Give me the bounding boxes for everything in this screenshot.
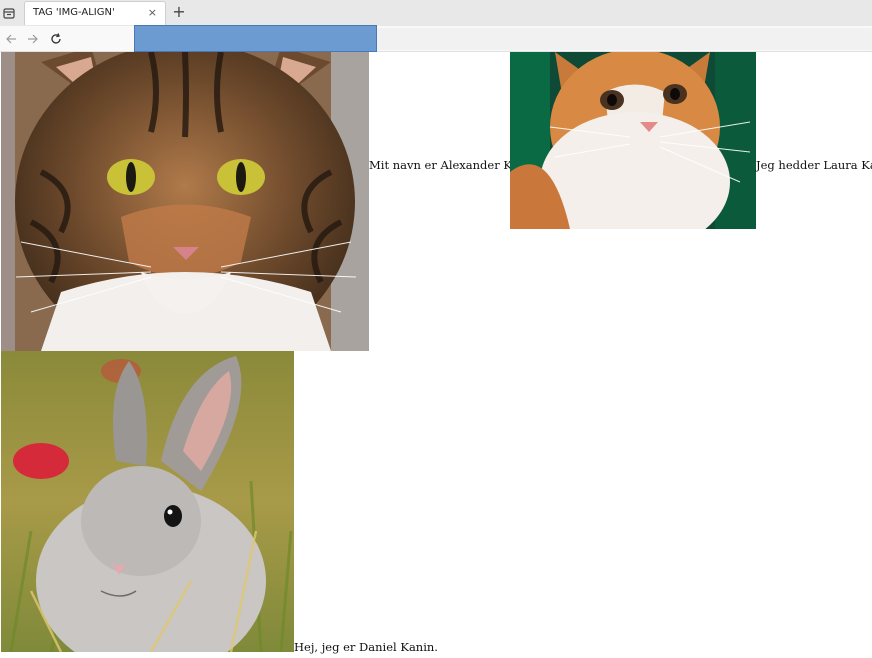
laura-cat-caption: Jeg hedder Laura Kat.: [756, 158, 872, 172]
tab-overview-icon[interactable]: [2, 5, 16, 19]
new-tab-button[interactable]: +: [172, 3, 186, 21]
laura-cat-image: [510, 52, 756, 229]
address-bar[interactable]: [377, 28, 872, 50]
tab-title: TAG 'IMG-ALIGN': [33, 7, 115, 18]
reload-icon[interactable]: [49, 31, 63, 45]
daniel-rabbit-image: [1, 351, 294, 652]
forward-arrow-icon[interactable]: [26, 31, 40, 45]
tab-bar: TAG 'IMG-ALIGN' × +: [0, 0, 872, 26]
address-bar-selection[interactable]: [134, 25, 377, 52]
alexander-cat-caption: Mit navn er Alexander Kat.: [369, 158, 528, 172]
back-arrow-icon[interactable]: [4, 31, 18, 45]
tab-close-icon[interactable]: ×: [148, 6, 157, 20]
tab-active[interactable]: TAG 'IMG-ALIGN' ×: [24, 1, 166, 25]
daniel-rabbit-caption: Hej, jeg er Daniel Kanin.: [294, 640, 438, 654]
alexander-cat-image: [1, 52, 369, 351]
